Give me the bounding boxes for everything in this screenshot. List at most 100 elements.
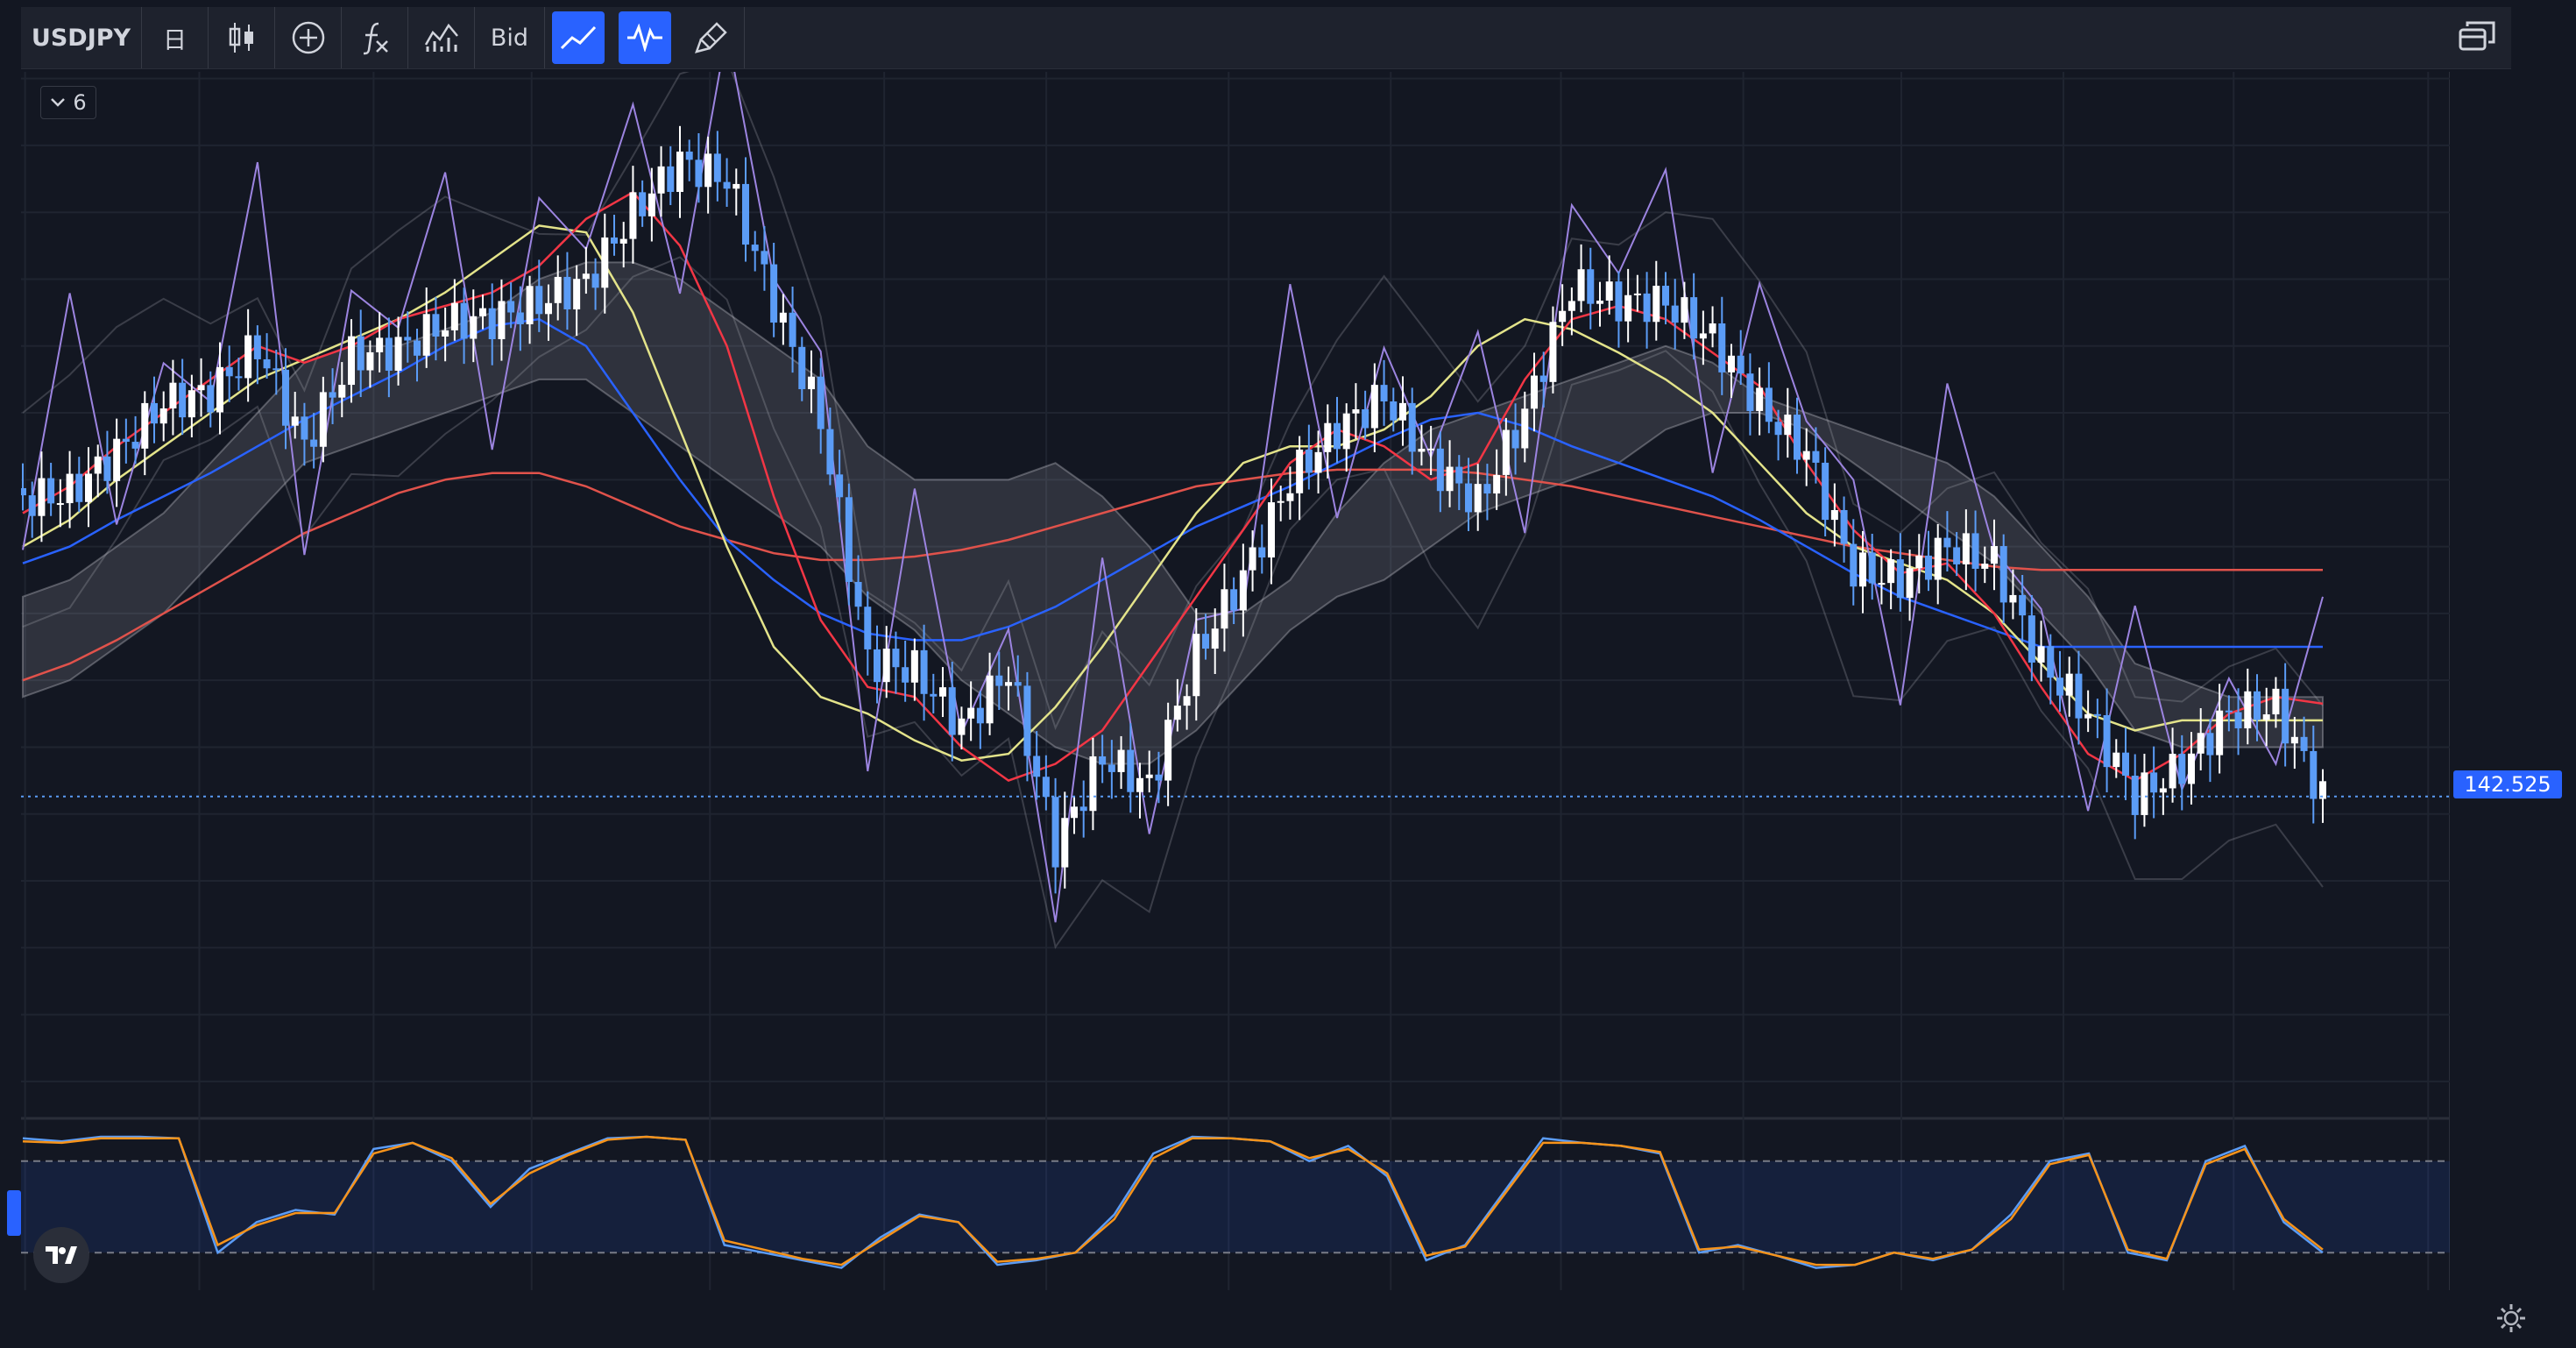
candle-body <box>1812 451 1820 463</box>
candle-body <box>169 382 177 408</box>
candle-body <box>1221 589 1228 629</box>
candle-body <box>1258 547 1266 558</box>
candle-body <box>770 264 778 323</box>
candle-body <box>1362 408 1369 429</box>
candle-body <box>1577 269 1585 302</box>
candle-body <box>1784 415 1792 436</box>
candle-body <box>1953 547 1961 564</box>
candle-body <box>1756 387 1764 411</box>
candle-body <box>1596 300 1603 304</box>
candle-body <box>235 376 243 379</box>
candle-body <box>1014 682 1022 686</box>
candle-body <box>47 478 55 504</box>
layout-button[interactable] <box>2453 12 2502 63</box>
brush-tool-button[interactable] <box>678 7 745 68</box>
tv-logo-icon <box>46 1246 77 1264</box>
candle-body <box>639 192 647 216</box>
candle-body <box>85 473 92 502</box>
candle-body <box>1934 537 1942 580</box>
bid-label: Bid <box>490 24 529 52</box>
candle-body <box>2178 754 2186 784</box>
candle-body <box>1023 685 1031 756</box>
candle-body <box>291 416 299 426</box>
candle-body <box>2290 736 2298 744</box>
candle-body <box>1099 756 1107 765</box>
candle-body <box>479 308 486 316</box>
legend-toggle-button[interactable]: 6 <box>40 86 96 119</box>
candle-body <box>910 649 918 683</box>
candle-body <box>66 473 74 504</box>
stoch-band <box>21 1160 2450 1253</box>
candle-body <box>629 192 637 239</box>
trend-line-tool-button[interactable] <box>552 11 605 64</box>
candle-body <box>2272 688 2280 715</box>
tradingview-logo[interactable] <box>33 1227 89 1283</box>
gear-icon <box>2497 1304 2525 1332</box>
candle-body <box>1521 408 1529 449</box>
candle-body <box>1999 546 2007 603</box>
candle-body <box>1822 462 1829 521</box>
side-panel-toggle[interactable] <box>7 1190 21 1236</box>
candle-body <box>1465 483 1472 513</box>
candle-body <box>1324 422 1332 452</box>
candle-body <box>1765 387 1773 422</box>
indicator-templates-button[interactable] <box>408 7 475 68</box>
candle-body <box>197 385 205 391</box>
candle-body <box>2197 733 2204 754</box>
legend-count: 6 <box>73 90 87 115</box>
candle-body <box>131 442 139 449</box>
bid-ask-button[interactable]: Bid <box>475 7 545 68</box>
indicators-button[interactable] <box>342 7 408 68</box>
candle-body <box>470 316 478 339</box>
candle-body <box>1183 696 1191 706</box>
candle-body <box>2047 646 2055 678</box>
candle-body <box>2019 594 2027 616</box>
candle-body <box>1511 429 1519 449</box>
candle-body <box>263 358 271 369</box>
candle-body <box>1559 310 1567 323</box>
candle-body <box>1915 555 1923 569</box>
candle-body <box>2282 688 2289 744</box>
candle-body <box>414 340 421 356</box>
candle-body <box>1794 415 1801 460</box>
candle-body <box>1850 543 1858 587</box>
candle-body <box>460 302 468 339</box>
interval-button[interactable]: 日 <box>142 7 209 68</box>
candle-body <box>1239 570 1247 611</box>
candle-body <box>1681 297 1688 323</box>
candle-body <box>1483 484 1491 494</box>
candle-body <box>1408 402 1416 452</box>
chart-settings-button[interactable] <box>2494 1301 2529 1336</box>
candle-body <box>995 675 1003 686</box>
candle-body <box>1737 355 1744 374</box>
candle-body <box>723 181 731 189</box>
candle-body <box>2300 736 2308 751</box>
compare-add-symbol-button[interactable] <box>275 7 342 68</box>
candle-body <box>554 276 562 303</box>
candle-body <box>2254 691 2261 720</box>
chart-templates-icon <box>424 23 458 52</box>
candle-body <box>376 337 384 352</box>
candle-body <box>1643 293 1651 323</box>
symbol-search-button[interactable]: USDJPY <box>21 7 142 68</box>
candle-body <box>2009 594 2017 603</box>
candle-body <box>516 312 524 324</box>
candle-body <box>1145 774 1153 778</box>
chart-type-button[interactable] <box>209 7 275 68</box>
candle-body <box>1436 448 1444 492</box>
wave-tool-button[interactable] <box>619 11 671 64</box>
candle-body <box>676 151 683 192</box>
candle-body <box>301 416 308 440</box>
candle-body <box>1896 559 1904 599</box>
main-chart[interactable]: 164.000162.000160.000158.000156.000154.0… <box>21 72 2450 1290</box>
candle-body <box>38 478 46 516</box>
candle-body <box>1305 449 1313 473</box>
candle-body <box>986 675 994 724</box>
candle-body <box>892 649 900 668</box>
candle-body <box>1699 333 1707 339</box>
candle-body <box>207 385 215 413</box>
candle-body <box>394 337 402 371</box>
candle-body <box>2131 776 2139 815</box>
candle-body <box>113 438 121 481</box>
candle-body <box>713 153 721 182</box>
